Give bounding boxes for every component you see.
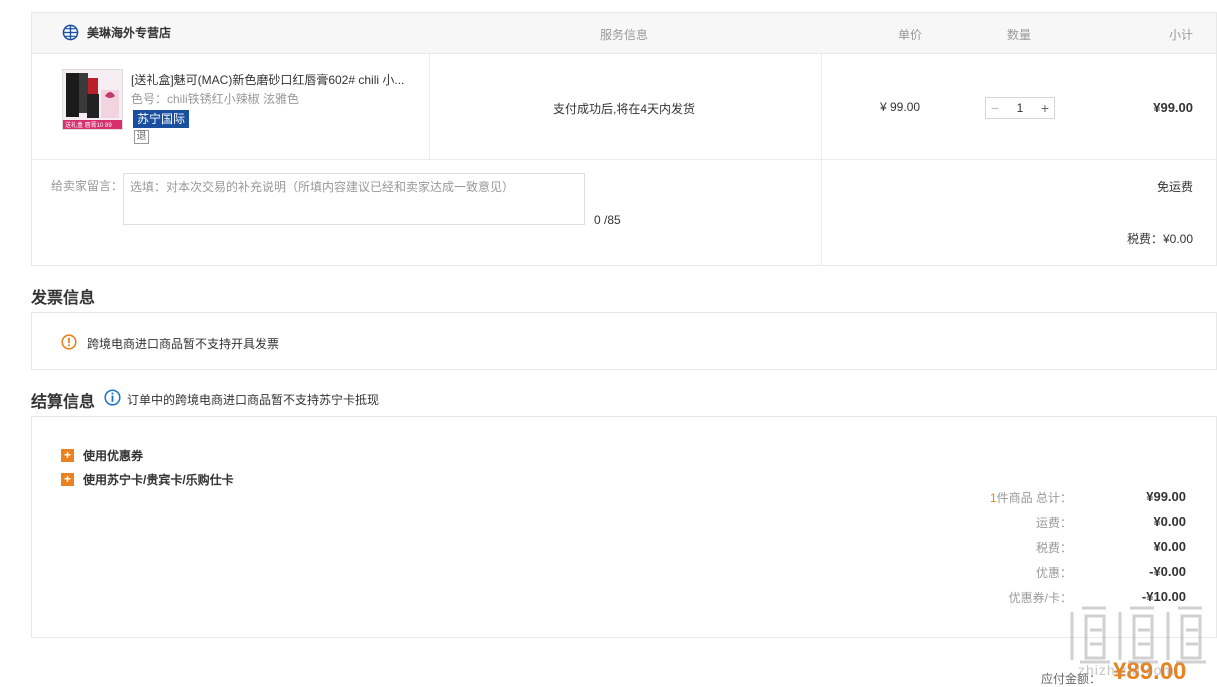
column-service: 服务信息 [600, 28, 649, 42]
invoice-box: 跨境电商进口商品暂不支持开具发票 [31, 312, 1217, 370]
summary-row-discount: 优惠： -¥0.00 [32, 564, 1216, 582]
use-card-toggle[interactable]: + 使用苏宁卡/贵宾卡/乐购仕卡 [61, 471, 234, 488]
summary-value: -¥10.00 [1141, 589, 1186, 604]
message-row: 给卖家留言： 0 /85 免运费 税费：¥0.00 [32, 160, 1216, 266]
summary-value: ¥0.00 [1153, 539, 1186, 554]
column-qty: 数量 [1007, 28, 1032, 42]
divider [821, 54, 822, 159]
summary-row-coupon: 优惠券/卡： -¥10.00 [32, 589, 1216, 607]
expand-plus-icon: + [61, 473, 74, 486]
store-name[interactable]: 美琳海外专营店 [87, 24, 171, 41]
product-row: 送礼盒 唇膏10 89 [送礼盒]魅可(MAC)新色磨砂口红唇膏602# chi… [32, 54, 1216, 160]
tax-fee: 税费：¥0.00 [1126, 232, 1193, 246]
quantity-stepper: − 1 + [985, 97, 1055, 119]
invoice-notice: 跨境电商进口商品暂不支持开具发票 [87, 337, 280, 351]
summary-label: 运费： [1035, 516, 1072, 530]
summary-label: 优惠： [1035, 566, 1072, 580]
unit-price: ¥ 99.00 [880, 100, 921, 114]
column-subtotal: 小计 [1168, 28, 1193, 42]
message-char-count: 0 /85 [594, 213, 621, 227]
qty-increase-button[interactable]: + [1036, 98, 1054, 118]
product-title[interactable]: [送礼盒]魅可(MAC)新色磨砂口红唇膏602# chili 小... [131, 71, 416, 88]
store-globe-icon [62, 24, 79, 41]
summary-label: 税费： [1035, 541, 1072, 555]
divider [429, 54, 430, 159]
invoice-section-title: 发票信息 [31, 290, 96, 307]
product-color: 色号：chili铁锈红小辣椒 泫雅色 [131, 92, 300, 106]
suning-intl-badge: 苏宁国际 [133, 110, 190, 128]
summary-row-shipping: 运费： ¥0.00 [32, 514, 1216, 532]
use-coupon-toggle[interactable]: + 使用优惠券 [61, 447, 143, 464]
warning-icon [61, 334, 77, 350]
divider [821, 160, 822, 266]
column-price: 单价 [898, 28, 923, 42]
item-count: 1 [989, 491, 997, 505]
message-label: 给卖家留言： [51, 179, 124, 193]
qty-decrease-button[interactable]: − [986, 98, 1004, 118]
store-info[interactable]: 美琳海外专营店 [62, 24, 171, 41]
use-card-label[interactable]: 使用苏宁卡/贵宾卡/乐购仕卡 [83, 471, 234, 488]
info-icon [104, 389, 121, 406]
watermark-text: zhizhizhi.com [1078, 662, 1176, 678]
qty-value[interactable]: 1 [1017, 101, 1024, 115]
seller-message-input[interactable] [123, 173, 585, 225]
summary-total-label: 件商品 总计： [996, 491, 1072, 505]
summary-row-total: 1件商品 总计： ¥99.00 [32, 489, 1216, 507]
free-shipping: 免运费 [1156, 180, 1193, 194]
summary-row-tax: 税费： ¥0.00 [32, 539, 1216, 557]
thumbnail-caption: 送礼盒 唇膏10 89 [65, 123, 112, 129]
expand-plus-icon: + [61, 449, 74, 462]
settle-section-title: 结算信息 [31, 394, 96, 411]
summary-value: ¥99.00 [1146, 489, 1186, 504]
order-table: 美琳海外专营店 服务信息 单价 数量 小计 送礼盒 唇膏10 89 [送礼盒]魅… [31, 12, 1217, 266]
item-subtotal: ¥99.00 [1153, 100, 1193, 115]
summary-value: -¥0.00 [1149, 564, 1186, 579]
service-info: 支付成功后,将在4天内发货 [553, 102, 696, 116]
settle-box: + 使用优惠券 + 使用苏宁卡/贵宾卡/乐购仕卡 1件商品 总计： ¥99.00… [31, 416, 1217, 638]
product-thumbnail[interactable]: 送礼盒 唇膏10 89 [62, 69, 123, 130]
order-header: 美琳海外专营店 服务信息 单价 数量 小计 [32, 13, 1216, 54]
summary-value: ¥0.00 [1153, 514, 1186, 529]
settle-note: 订单中的跨境电商进口商品暂不支持苏宁卡抵现 [127, 393, 380, 407]
use-coupon-label[interactable]: 使用优惠券 [83, 447, 143, 464]
summary-label: 优惠券/卡： [1008, 591, 1072, 605]
summary-label: 1件商品 总计： [990, 489, 1072, 506]
return-badge: 退 [134, 130, 149, 144]
